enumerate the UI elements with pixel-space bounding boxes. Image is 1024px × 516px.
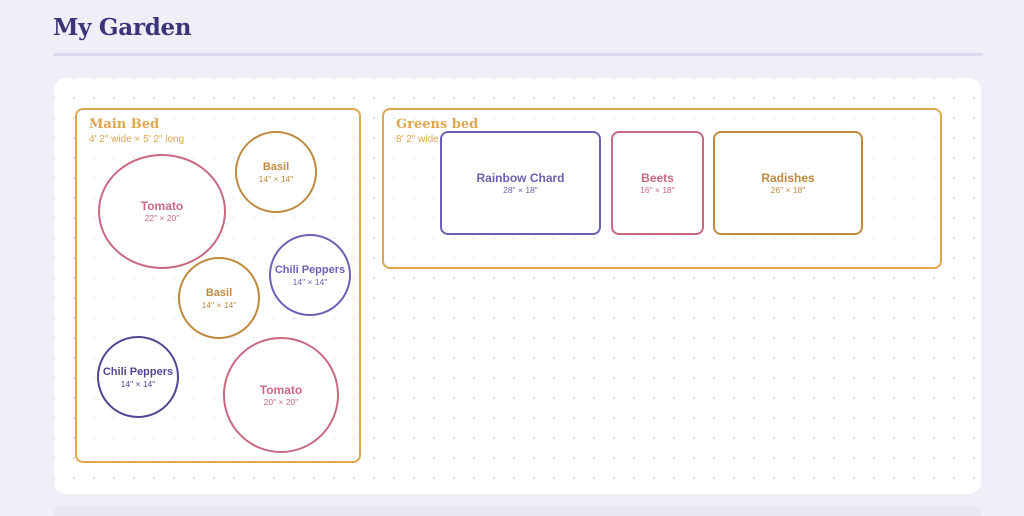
plant-name: Basil (262, 160, 290, 173)
plant-tomato[interactable]: Tomato 22" × 20" (98, 154, 226, 269)
plant-basil[interactable]: Basil 14" × 14" (178, 257, 260, 339)
bed-title: Greens bed (396, 117, 479, 132)
plant-size: 14" × 14" (201, 299, 237, 310)
plant-size: 22" × 20" (144, 213, 180, 223)
garden-canvas[interactable]: Main Bed 4' 2" wide × 5' 2" long Tomato … (54, 78, 981, 494)
plant-name: Tomato (140, 199, 184, 213)
plant-name: Rainbow Chard (476, 170, 565, 185)
plant-size: 14" × 14" (292, 276, 328, 287)
plant-size: 28" × 18" (503, 184, 538, 195)
plant-size: 20" × 20" (263, 396, 299, 407)
bed-dimensions: 8' 2" wide (396, 134, 439, 145)
plant-rainbow-chard[interactable]: Rainbow Chard 28" × 18" (440, 131, 601, 235)
bed-greens[interactable]: Greens bed 8' 2" wide Rainbow Chard 28" … (382, 108, 942, 269)
plant-size: 14" × 14" (120, 378, 156, 389)
plant-size: 14" × 14" (258, 173, 294, 184)
plant-name: Chili Peppers (274, 263, 346, 276)
plant-basil[interactable]: Basil 14" × 14" (235, 131, 317, 213)
plant-tomato[interactable]: Tomato 20" × 20" (223, 337, 339, 453)
bed-main[interactable]: Main Bed 4' 2" wide × 5' 2" long Tomato … (75, 108, 361, 463)
plant-name: Beets (641, 170, 674, 185)
bed-title: Main Bed (89, 117, 160, 132)
plant-chili-peppers[interactable]: Chili Peppers 14" × 14" (269, 234, 351, 316)
bed-dimensions: 4' 2" wide × 5' 2" long (89, 134, 185, 145)
plant-beets[interactable]: Beets 16" × 18" (611, 131, 704, 235)
bottom-panel (54, 506, 981, 516)
plant-size: 16" × 18" (640, 184, 675, 195)
page-title: My Garden (53, 14, 192, 41)
title-divider (53, 53, 983, 56)
plant-chili-peppers[interactable]: Chili Peppers 14" × 14" (97, 336, 179, 418)
plant-size: 26" × 18" (770, 184, 806, 195)
plant-name: Radishes (761, 170, 815, 185)
plant-radishes[interactable]: Radishes 26" × 18" (713, 131, 863, 235)
plant-name: Chili Peppers (102, 365, 174, 378)
plant-name: Basil (205, 286, 233, 299)
plant-name: Tomato (259, 382, 303, 397)
